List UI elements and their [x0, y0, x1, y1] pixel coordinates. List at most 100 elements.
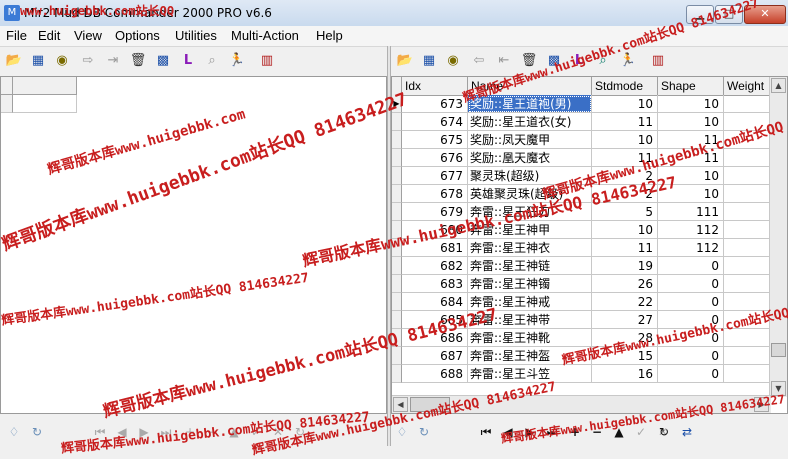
cell-idx[interactable]: 687	[402, 347, 468, 365]
db-icon[interactable]: ♢	[5, 423, 23, 441]
cell-name[interactable]: 聚灵珠(超级)	[468, 167, 592, 185]
cell-shape[interactable]: 111	[658, 203, 724, 221]
post-record-icon[interactable]: ✓	[247, 423, 265, 441]
cell-idx[interactable]: 685	[402, 311, 468, 329]
cell-weight[interactable]	[724, 365, 771, 383]
runner-icon[interactable]: 🏃	[228, 52, 246, 70]
maximize-button[interactable]: □	[715, 5, 743, 24]
db-refresh-icon[interactable]: ↻	[28, 423, 46, 441]
trash-icon[interactable]: 🗑	[129, 52, 147, 70]
cell-weight[interactable]	[724, 239, 771, 257]
book-icon[interactable]: ▥	[258, 52, 276, 70]
import-icon[interactable]: ⇤	[495, 52, 513, 70]
cell-name[interactable]: 奔雷::星王神链	[468, 257, 592, 275]
menu-multi-action[interactable]: Multi-Action	[231, 28, 299, 43]
cell-weight[interactable]	[724, 311, 771, 329]
cell-name[interactable]: 奖励::星王道衣(女)	[468, 113, 592, 131]
table-row[interactable]: 678 英雄聚灵珠(超级) 2 10	[392, 185, 771, 203]
table-icon[interactable]: ▦	[29, 52, 47, 70]
cell-name[interactable]: 奔雷::星王神甲	[468, 221, 592, 239]
cell-stdmode[interactable]: 11	[592, 113, 658, 131]
cell-weight[interactable]	[724, 95, 771, 113]
cell-shape[interactable]: 11	[658, 131, 724, 149]
close-button[interactable]: ✕	[744, 5, 786, 24]
trash-icon[interactable]: 🗑	[520, 52, 538, 70]
cell-shape[interactable]: 0	[658, 347, 724, 365]
db-icon[interactable]: ♢	[393, 423, 411, 441]
column-header-name[interactable]: Name	[468, 77, 592, 95]
prior-record-icon[interactable]: ◀	[113, 423, 131, 441]
cell-idx[interactable]: 688	[402, 365, 468, 383]
column-header-idx[interactable]: Idx	[402, 77, 468, 95]
cell-weight[interactable]	[724, 203, 771, 221]
cell-name[interactable]: 奔雷::星王神镯	[468, 275, 592, 293]
cell-weight[interactable]	[724, 221, 771, 239]
cell-idx[interactable]: 684	[402, 293, 468, 311]
cell-idx[interactable]: 679	[402, 203, 468, 221]
cell-weight[interactable]	[724, 275, 771, 293]
cell-idx[interactable]: 683	[402, 275, 468, 293]
insert-record-icon[interactable]: +	[181, 423, 199, 441]
cell-stdmode[interactable]: 16	[592, 365, 658, 383]
minimize-button[interactable]: ▁	[686, 5, 714, 24]
cell-stdmode[interactable]: 15	[592, 347, 658, 365]
cell-stdmode[interactable]: 2	[592, 167, 658, 185]
cell-idx[interactable]: 681	[402, 239, 468, 257]
left-grid[interactable]	[0, 76, 387, 414]
cell-shape[interactable]: 0	[658, 311, 724, 329]
cell-shape[interactable]: 10	[658, 185, 724, 203]
cell-stdmode[interactable]: 10	[592, 95, 658, 113]
l-icon[interactable]: L	[570, 52, 588, 70]
cell-stdmode[interactable]: 5	[592, 203, 658, 221]
cell-shape[interactable]: 10	[658, 167, 724, 185]
table-row[interactable]: 677 聚灵珠(超级) 2 10	[392, 167, 771, 185]
first-record-icon[interactable]: ⏮	[477, 423, 495, 441]
cell-weight[interactable]	[724, 293, 771, 311]
magnifier-icon[interactable]: ⌕	[203, 52, 221, 70]
table-row[interactable]: 676 奖励::凰天魔衣 11 11	[392, 149, 771, 167]
scroll-thumb[interactable]	[771, 343, 786, 357]
cell-stdmode[interactable]: 28	[592, 329, 658, 347]
binoculars-icon[interactable]: ◉	[444, 52, 462, 70]
book-icon[interactable]: ▥	[649, 52, 667, 70]
cell-shape[interactable]: 0	[658, 293, 724, 311]
cell-shape[interactable]: 112	[658, 239, 724, 257]
cell-weight[interactable]	[724, 167, 771, 185]
hscroll-thumb[interactable]	[410, 397, 450, 412]
cell-name[interactable]: 奔雷::星王神靴	[468, 329, 592, 347]
cell-idx[interactable]: 675	[402, 131, 468, 149]
cell-idx[interactable]: 673	[402, 95, 468, 113]
cell-idx[interactable]: 678	[402, 185, 468, 203]
key-icon[interactable]: ⌕	[594, 52, 612, 70]
l-icon[interactable]: L	[179, 52, 197, 70]
table-row[interactable]: 686 奔雷::星王神靴 28 0	[392, 329, 771, 347]
scroll-up-button[interactable]: ▲	[771, 78, 786, 93]
prior-record-icon[interactable]: ◀	[499, 423, 517, 441]
refresh-record-icon[interactable]: ↻	[291, 423, 309, 441]
cell-stdmode[interactable]: 27	[592, 311, 658, 329]
column-header-weight[interactable]: Weight	[724, 77, 771, 95]
cell-name[interactable]: 奔雷::星王神衣	[468, 239, 592, 257]
menu-view[interactable]: View	[74, 28, 102, 43]
cell-name[interactable]: 奔雷::星王神带	[468, 311, 592, 329]
cell-shape[interactable]: 10	[658, 113, 724, 131]
arrow-left-icon[interactable]: ⇦	[470, 52, 488, 70]
scroll-left-button[interactable]: ◀	[393, 397, 408, 412]
post-record-icon[interactable]: ✓	[632, 423, 650, 441]
cell-shape[interactable]: 0	[658, 275, 724, 293]
column-header-stdmode[interactable]: Stdmode	[592, 77, 658, 95]
table-row[interactable]: 675 奖励::凤天魔甲 10 11	[392, 131, 771, 149]
cell-weight[interactable]	[724, 185, 771, 203]
cell-name[interactable]: 奔雷::星王斗笠	[468, 365, 592, 383]
delete-record-icon[interactable]: −	[588, 423, 606, 441]
cell-shape[interactable]: 0	[658, 257, 724, 275]
cell-shape[interactable]: 112	[658, 221, 724, 239]
next-record-icon[interactable]: ▶	[521, 423, 539, 441]
table-row[interactable]: 682 奔雷::星王神链 19 0	[392, 257, 771, 275]
runner-icon[interactable]: 🏃	[619, 52, 637, 70]
cell-idx[interactable]: 680	[402, 221, 468, 239]
cell-weight[interactable]	[724, 257, 771, 275]
edit-record-icon[interactable]: ▲	[610, 423, 628, 441]
export-icon[interactable]: ⇥	[104, 52, 122, 70]
table-row[interactable]: ▶ 673 奖励::星王道袍(男) 10 10	[392, 95, 771, 113]
